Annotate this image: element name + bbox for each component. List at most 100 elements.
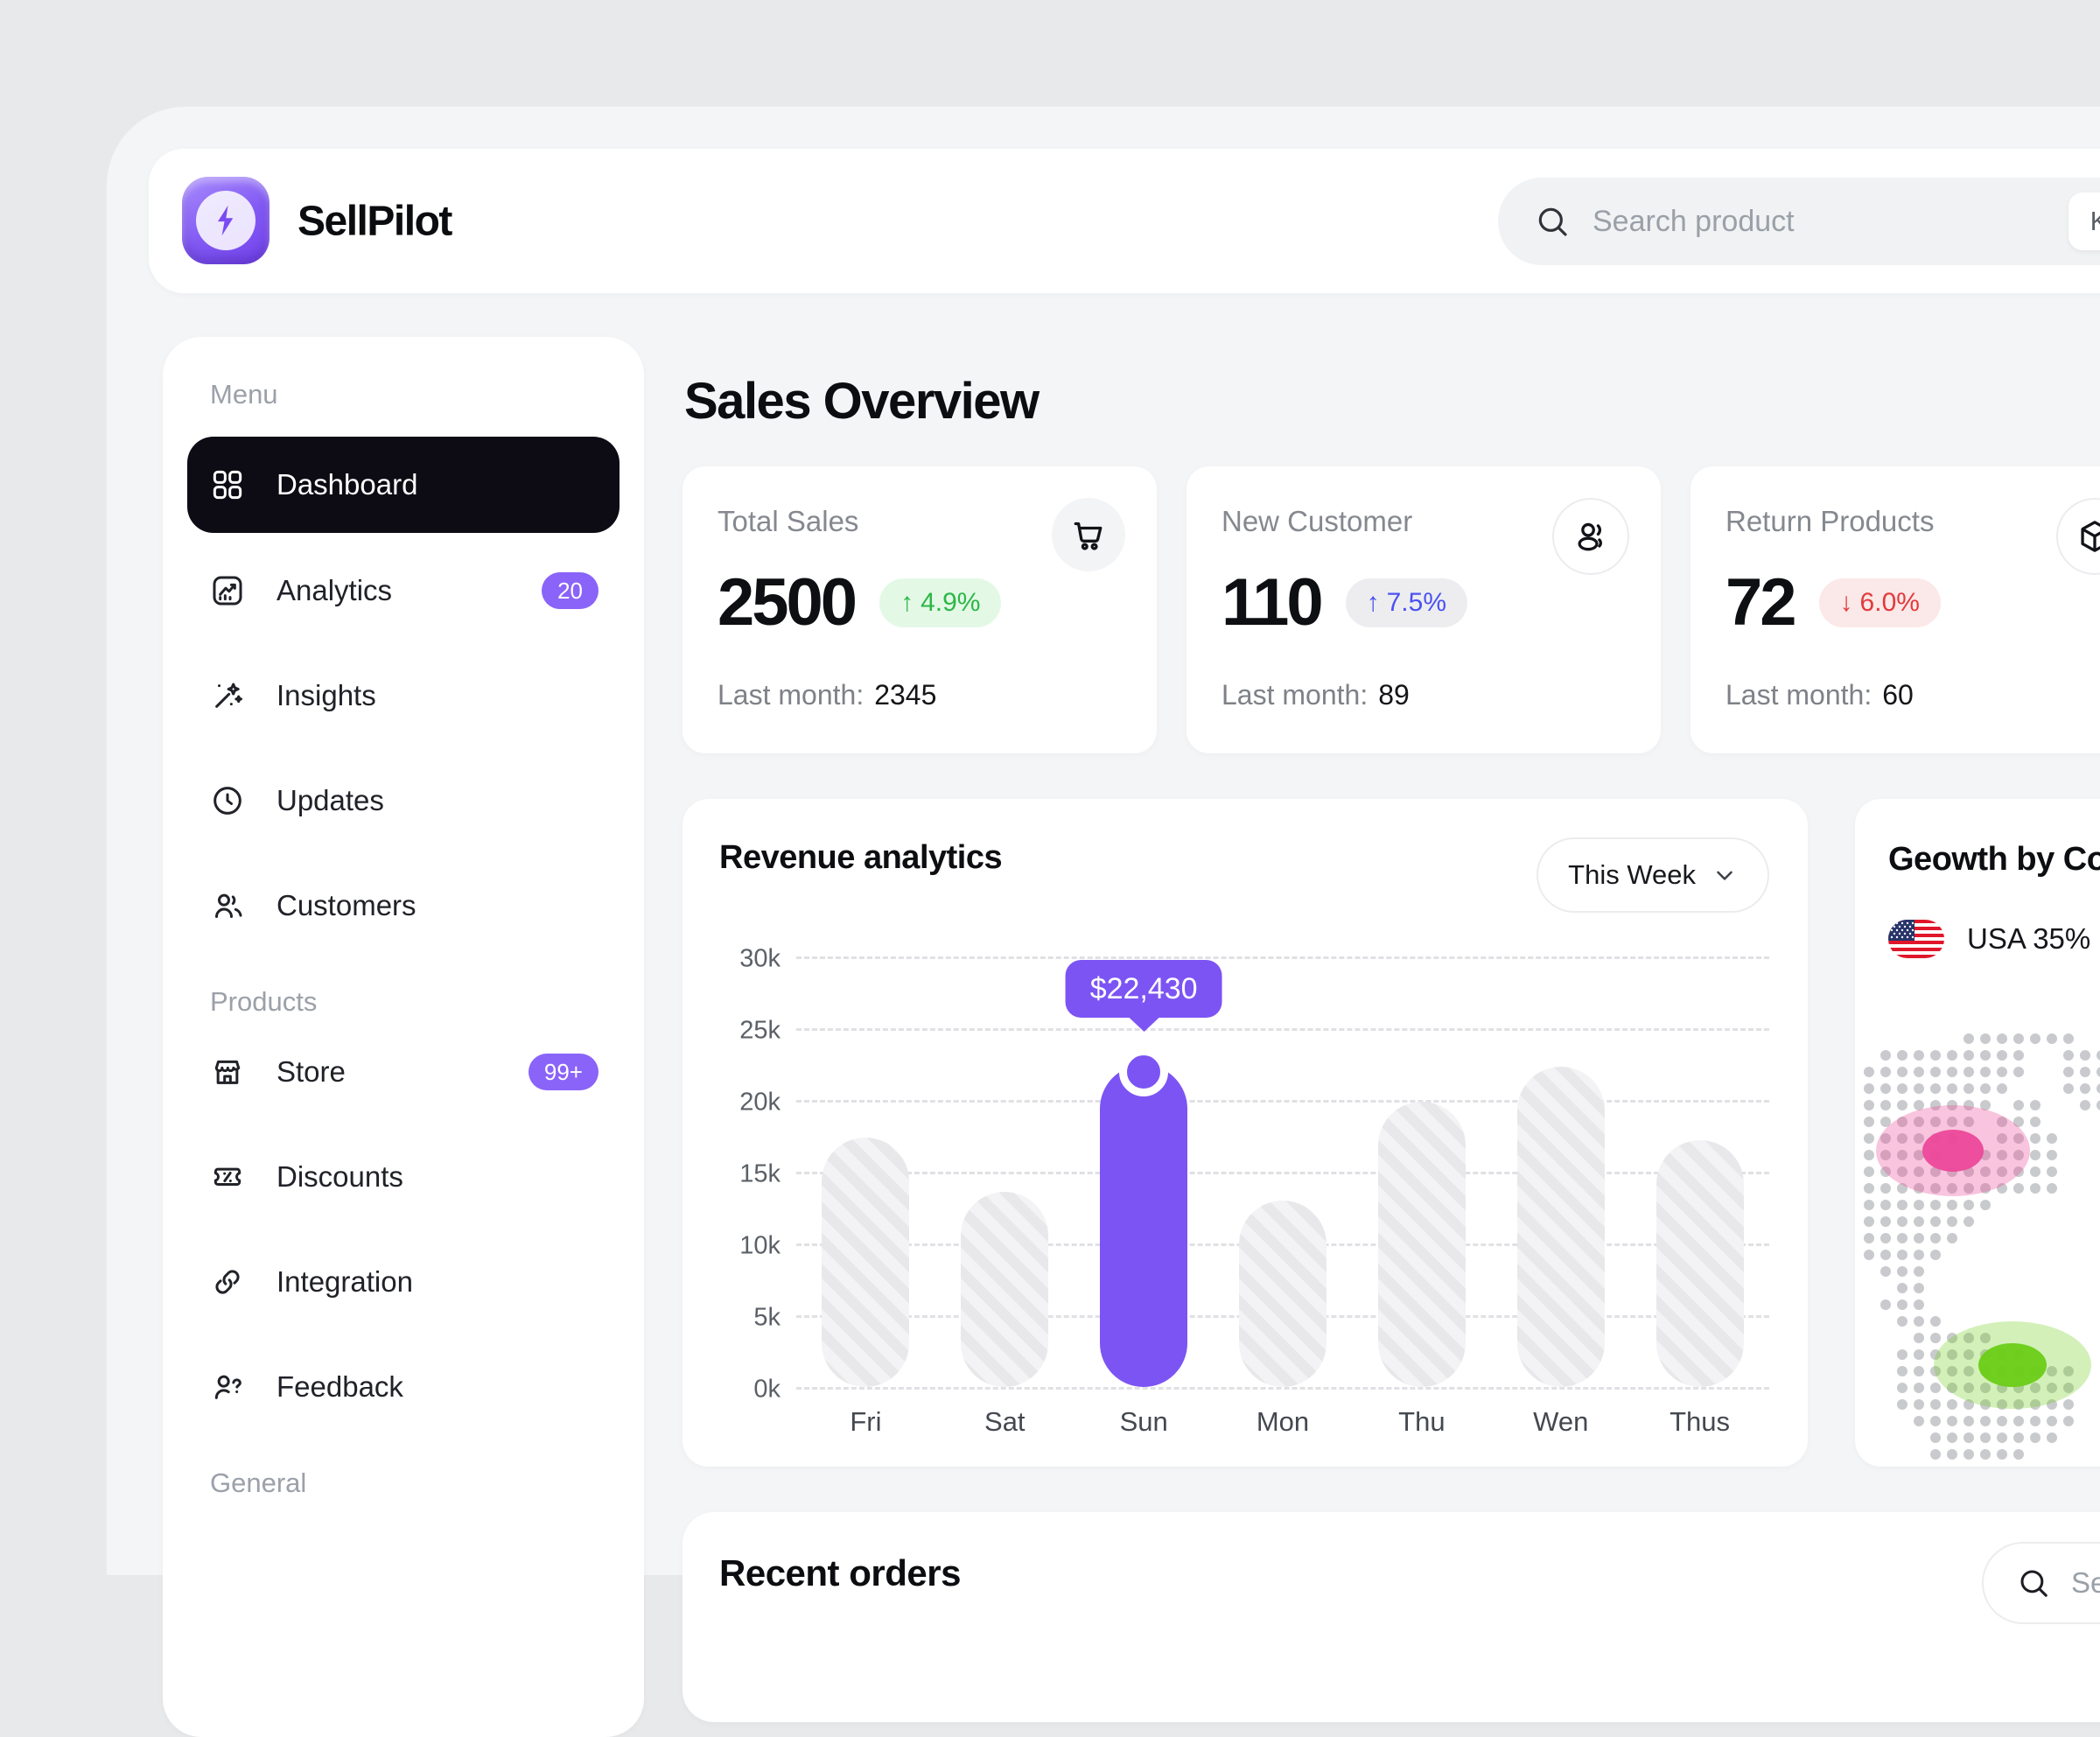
bar-thus[interactable]: [1656, 1140, 1744, 1387]
page-title: Sales Overview: [684, 372, 1039, 431]
users-icon: [210, 888, 245, 923]
y-tick-label: 15k: [739, 1160, 780, 1189]
arrow-up-icon: ↑: [900, 590, 914, 616]
sidebar-section-label-products: Products: [187, 984, 620, 1019]
bar-thu[interactable]: [1378, 1102, 1466, 1387]
count-badge: 99+: [528, 1054, 598, 1090]
top-header: SellPilot Search product K: [149, 149, 2100, 293]
analytics-chart-icon: [210, 573, 245, 608]
sidebar-item-discounts[interactable]: Discounts: [187, 1124, 620, 1229]
bar-slot-sat: Sat: [935, 956, 1074, 1387]
country-share-label: USA 35%: [1967, 922, 2090, 956]
sidebar-item-store[interactable]: Store 99+: [187, 1019, 620, 1124]
bar-sat[interactable]: [961, 1192, 1048, 1387]
stat-delta-badge: ↓6.0%: [1819, 578, 1941, 627]
chevron-down-icon: [1712, 862, 1738, 888]
sidebar-item-label: Feedback: [276, 1370, 403, 1404]
stat-value: 72: [1726, 564, 1795, 641]
sidebar-item-label: Dashboard: [276, 468, 417, 501]
user-question-icon: [210, 1369, 245, 1404]
x-axis-label: Sun: [1074, 1406, 1214, 1438]
user-arrows-icon: [1552, 498, 1629, 575]
y-tick-label: 10k: [739, 1232, 780, 1261]
bar-slot-thus: Thus: [1630, 956, 1769, 1387]
bar-fri[interactable]: [822, 1138, 909, 1387]
revenue-bar-chart: 30k25k20k15k10k5k0k FriSatSun$22,430MonT…: [796, 956, 1769, 1387]
sidebar-item-label: Insights: [276, 679, 376, 712]
date-range-label: This Week: [1568, 859, 1696, 891]
arrow-up-icon: ↑: [1367, 590, 1380, 616]
sidebar-item-dashboard[interactable]: Dashboard: [187, 437, 620, 533]
sidebar-item-label: Updates: [276, 784, 384, 817]
country-legend: USA 35%: [1888, 920, 2100, 958]
x-axis-label: Mon: [1214, 1406, 1353, 1438]
world-map-dots: [1864, 1033, 2100, 1462]
sidebar-item-label: Analytics: [276, 574, 392, 607]
date-range-dropdown[interactable]: This Week: [1536, 837, 1769, 913]
sidebar-item-feedback[interactable]: Feedback: [187, 1334, 620, 1439]
sidebar-item-insights[interactable]: Insights: [187, 643, 620, 748]
app-logo: [182, 177, 270, 264]
stat-last-month: Last month:2345: [718, 679, 936, 711]
highlight-dot: [1119, 1047, 1168, 1096]
bar-slot-sun: Sun$22,430: [1074, 956, 1214, 1387]
stats-row: Total Sales2500↑4.9%Last month:2345New C…: [682, 466, 2100, 753]
stat-title: Return Products: [1726, 505, 2100, 538]
sidebar-item-analytics[interactable]: Analytics 20: [187, 538, 620, 643]
sidebar-item-label: Integration: [276, 1265, 413, 1299]
search-input[interactable]: Search product K: [1498, 178, 2100, 265]
sidebar-item-customers[interactable]: Customers: [187, 853, 620, 958]
dashboard-grid-icon: [210, 467, 245, 502]
storefront-icon: [210, 1054, 245, 1089]
stat-delta-badge: ↑4.9%: [879, 578, 1001, 627]
recent-orders-title: Recent orders: [719, 1552, 961, 1594]
usa-flag-icon: [1888, 920, 1944, 958]
clock-icon: [210, 783, 245, 818]
search-placeholder: Search product: [1592, 205, 1795, 239]
bar-slot-thu: Thu: [1352, 956, 1491, 1387]
bar-slot-wen: Wen: [1491, 956, 1630, 1387]
map-highlight-south-america-core: [1978, 1343, 2047, 1387]
y-tick-label: 30k: [739, 945, 780, 974]
stat-value: 110: [1222, 564, 1321, 641]
stat-card-return-products: Return Products72↓6.0%Last month:60: [1690, 466, 2100, 753]
stat-card-new-customer: New Customer110↑7.5%Last month:89: [1186, 466, 1661, 753]
x-axis-label: Fri: [796, 1406, 935, 1438]
bar-mon[interactable]: [1239, 1201, 1326, 1387]
sidebar-item-label: Customers: [276, 889, 416, 922]
y-tick-label: 25k: [739, 1017, 780, 1046]
orders-search-label: Search: [2071, 1566, 2100, 1600]
map-highlight-north-america-core: [1922, 1130, 1984, 1172]
bar-slot-fri: Fri: [796, 956, 935, 1387]
x-axis-label: Thu: [1352, 1406, 1491, 1438]
growth-by-country-card: Geowth by Country: [1855, 799, 2100, 1467]
count-badge: 20: [542, 572, 598, 609]
bar-sun[interactable]: [1100, 1065, 1187, 1387]
ticket-percent-icon: [210, 1159, 245, 1194]
link-icon: [210, 1264, 245, 1299]
x-axis-label: Thus: [1630, 1406, 1769, 1438]
arrow-down-icon: ↓: [1840, 590, 1853, 616]
search-icon: [1535, 204, 1570, 239]
sidebar-section-label-menu: Menu: [187, 377, 620, 412]
orders-search-input[interactable]: Search: [1982, 1542, 2100, 1624]
chart-bars: FriSatSun$22,430MonThuWenThus: [796, 956, 1769, 1387]
bar-wen[interactable]: [1517, 1067, 1605, 1387]
stat-value: 2500: [718, 564, 855, 641]
brand-title: SellPilot: [298, 197, 452, 245]
sidebar-item-updates[interactable]: Updates: [187, 748, 620, 853]
stat-card-total-sales: Total Sales2500↑4.9%Last month:2345: [682, 466, 1157, 753]
x-axis-label: Wen: [1491, 1406, 1630, 1438]
sidebar-item-label: Discounts: [276, 1160, 403, 1194]
stat-delta-badge: ↑7.5%: [1346, 578, 1467, 627]
x-axis-label: Sat: [935, 1406, 1074, 1438]
keyboard-shortcut-badge: K: [2068, 193, 2100, 250]
search-icon: [2017, 1566, 2050, 1600]
sidebar: Menu Dashboard Analytics 20 Insights Updates C…: [163, 337, 644, 1737]
y-tick-label: 5k: [753, 1304, 780, 1333]
recent-orders-card: Recent orders Search: [682, 1512, 2100, 1722]
growth-card-title: Geowth by Country: [1888, 841, 2100, 879]
sidebar-item-integration[interactable]: Integration: [187, 1229, 620, 1334]
sidebar-item-label: Store: [276, 1055, 346, 1089]
y-tick-label: 0k: [753, 1376, 780, 1404]
